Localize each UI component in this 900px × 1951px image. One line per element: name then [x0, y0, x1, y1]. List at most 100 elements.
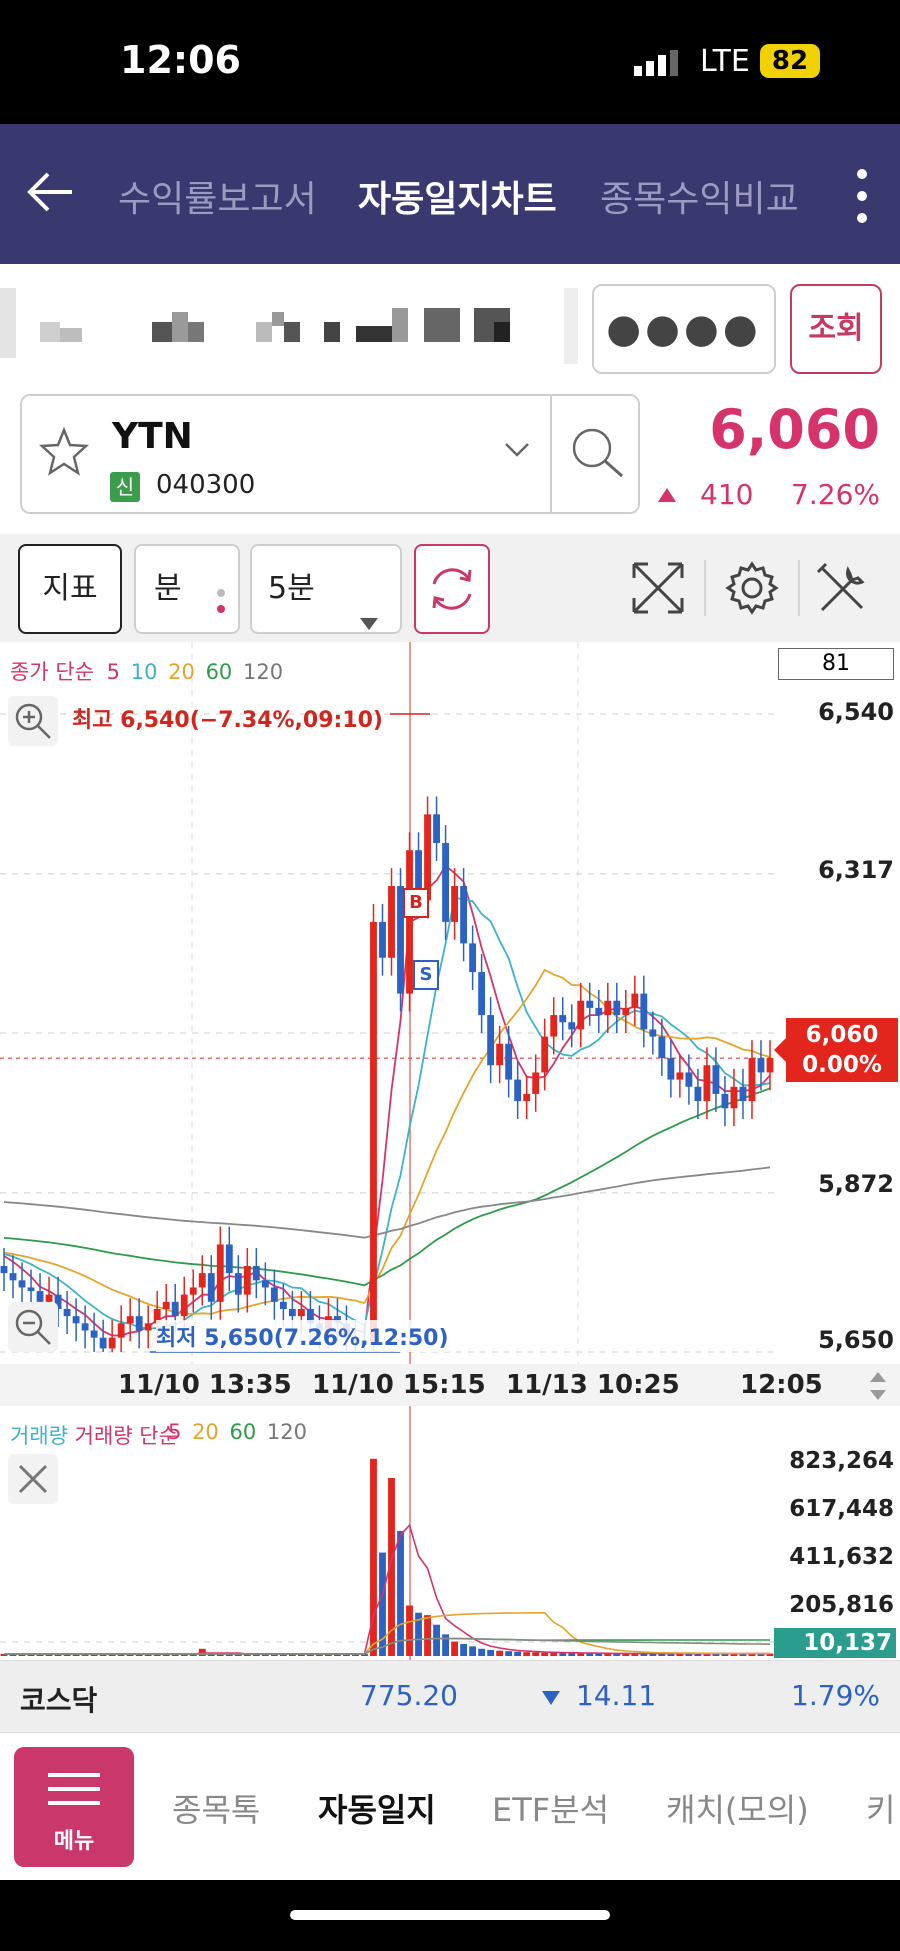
candle-body [45, 1294, 53, 1302]
candle-body [568, 1022, 576, 1030]
more-menu-icon[interactable] [852, 166, 872, 226]
candle-body [703, 1065, 711, 1102]
legend-ma120: 120 [242, 660, 284, 684]
nav-auto-journal[interactable]: 자동일지 [318, 1785, 436, 1831]
volume-bar [442, 1634, 450, 1656]
candle-body [712, 1065, 720, 1094]
back-arrow-icon[interactable] [22, 164, 78, 220]
candle-counter: 81 [778, 648, 894, 680]
interval-select[interactable]: 5분 [250, 544, 402, 634]
chevron-down-icon[interactable] [502, 440, 532, 460]
candle-body [469, 943, 477, 973]
market-index-bar[interactable]: 코스닥 775.20 14.11 1.79% [0, 1660, 900, 1733]
candle-body [234, 1273, 242, 1295]
zoom-in-icon[interactable] [8, 696, 58, 746]
tools-icon[interactable] [812, 558, 872, 618]
candle-body [198, 1273, 206, 1288]
refresh-button[interactable] [414, 544, 490, 634]
divider [550, 396, 552, 512]
candle-body [586, 1000, 594, 1008]
unit-button[interactable]: 분 [134, 544, 240, 634]
password-field[interactable]: ●●●● [592, 284, 776, 374]
candle-body [730, 1086, 738, 1109]
candle-body [162, 1301, 170, 1309]
nav-more-item[interactable]: 키 [866, 1785, 900, 1831]
vol-y-tick: 617,448 [789, 1496, 894, 1522]
x-tick: 11/10 15:15 [312, 1370, 486, 1400]
fullscreen-icon[interactable] [628, 558, 688, 618]
candle-body [171, 1301, 179, 1317]
candle-body [99, 1337, 107, 1349]
volume-bar [532, 1652, 540, 1656]
candle-body [640, 993, 648, 1030]
y-tick: 5,650 [818, 1326, 894, 1354]
vol-y-tick: 205,816 [789, 1592, 894, 1618]
volume-bar [433, 1624, 440, 1656]
tab-stock-profit-compare[interactable]: 종목수익비교 [600, 170, 799, 222]
candle-body [207, 1273, 215, 1302]
scroll-arrows-icon[interactable] [866, 1368, 890, 1404]
y-tick: 6,317 [818, 856, 894, 884]
nav-stock-talk[interactable]: 종목톡 [172, 1785, 260, 1831]
current-price-tag: 6,060 0.00% [774, 1018, 898, 1082]
tab-profit-report[interactable]: 수익률보고서 [118, 170, 317, 222]
index-value: 775.20 [360, 1679, 458, 1712]
y-tick: 6,540 [818, 698, 894, 726]
current-volume-tag: 10,137 [774, 1628, 896, 1658]
candle-body [739, 1086, 747, 1102]
interval-value: 5분 [268, 571, 315, 606]
app-header: 수익률보고서 자동일지차트 종목수익비교 [0, 124, 900, 264]
gear-icon[interactable] [722, 558, 782, 618]
candle-body [243, 1265, 251, 1295]
up-triangle-icon [656, 486, 678, 504]
legend-ma20: 20 [168, 660, 195, 684]
volume-bar [460, 1643, 468, 1656]
home-indicator[interactable] [290, 1910, 610, 1920]
candle-body [694, 1086, 702, 1102]
candle-body [63, 1308, 71, 1317]
menu-button[interactable]: 메뉴 [14, 1747, 134, 1867]
volume-bar [487, 1649, 495, 1656]
candle-body [460, 886, 468, 944]
nav-catch-mock[interactable]: 캐치(모의) [666, 1785, 809, 1831]
query-button[interactable]: 조회 [790, 284, 882, 374]
signal-icon [634, 50, 686, 76]
down-triangle-icon [540, 1689, 562, 1707]
unit-label: 분 [154, 571, 182, 606]
favorite-star-icon[interactable] [38, 426, 90, 478]
volume-bar [496, 1650, 504, 1656]
volume-bar [514, 1651, 522, 1656]
candle-body [667, 1058, 675, 1080]
tab-auto-journal-chart[interactable]: 자동일지차트 [358, 170, 557, 222]
close-icon[interactable] [8, 1454, 58, 1504]
index-name: 코스닥 [20, 1684, 98, 1717]
candle-body [541, 1036, 549, 1073]
volume-legend: 거래량 거래량 단순 [10, 1420, 178, 1450]
moving-average-line [3, 1087, 771, 1287]
volume-legend-periods: 5 20 60 120 [168, 1420, 307, 1444]
candle-body [748, 1058, 756, 1102]
current-price: 6,060 [709, 398, 880, 461]
chart-toolbar: 지표 분 5분 [0, 534, 900, 642]
account-selector[interactable] [0, 278, 580, 374]
candle-body [613, 1000, 621, 1016]
indicator-button[interactable]: 지표 [18, 544, 122, 634]
x-tick: 11/13 10:25 [506, 1370, 680, 1400]
volume-chart[interactable]: 거래량 거래량 단순 5 20 60 120 823,264 617,448 4… [0, 1406, 900, 1660]
legend-title: 종가 단순 [10, 660, 94, 684]
status-bar: 12:06 LTE 82 [0, 0, 900, 124]
index-change: 14.11 [576, 1679, 657, 1712]
stock-selector[interactable]: YTN 신 040300 [20, 394, 640, 514]
candle-body [658, 1036, 666, 1059]
candle-body [649, 1029, 657, 1037]
search-icon[interactable] [568, 424, 628, 484]
price-change-pct: 7.26% [791, 478, 880, 511]
vol-legend-ma60: 60 [229, 1420, 257, 1444]
vol-y-tick: 411,632 [789, 1544, 894, 1570]
divider [704, 560, 706, 616]
candle-body [189, 1287, 197, 1295]
nav-etf-analysis[interactable]: ETF분석 [492, 1785, 609, 1831]
vol-legend-ma5: 5 [168, 1420, 182, 1444]
price-chart[interactable]: 종가 단순 5 10 20 60 120 81 최고 6,540(−7.34%,… [0, 642, 900, 1364]
zoom-out-icon[interactable] [8, 1302, 58, 1352]
